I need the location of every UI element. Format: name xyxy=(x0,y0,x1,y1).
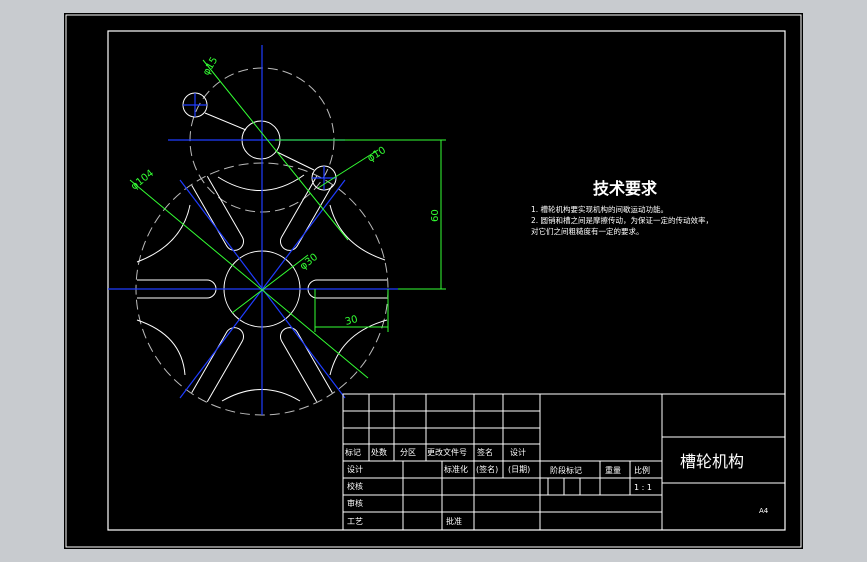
tech-req-line-2: 2. 圆销和槽之间是摩擦传动，为保证一定的传动效率， xyxy=(531,215,713,225)
tb-weight-label: 重量 xyxy=(605,465,621,475)
tb-stage-mark-label: 阶段标记 xyxy=(550,465,582,475)
tech-req-line-3: 对它们之间粗糙度有一定的要求。 xyxy=(531,226,644,236)
tb-design-label: 设计 xyxy=(347,464,363,474)
tb-header-2: 分区 xyxy=(400,448,416,457)
tb-signature-label: (签名) xyxy=(476,464,498,474)
drawing-canvas: φ15 φ10 φ104 φ30 60 30 技术要求 1. 槽轮机构要实现机构… xyxy=(64,13,803,549)
tb-header-3: 更改文件号 xyxy=(427,447,467,457)
tech-req-line-1: 1. 槽轮机构要实现机构的间歇运动功能。 xyxy=(531,204,668,214)
tech-req-title: 技术要求 xyxy=(593,179,658,198)
tb-approve-label: 批准 xyxy=(446,516,462,526)
tb-header-4: 签名 xyxy=(477,447,493,457)
tb-standardize-label: 标准化 xyxy=(444,464,468,474)
tb-date-label: (日期) xyxy=(508,465,530,474)
tb-check-label: 校核 xyxy=(347,481,363,491)
tb-drawing-name: 槽轮机构 xyxy=(680,452,744,471)
tb-header-5: 设计 xyxy=(510,447,526,457)
tb-review-label: 审核 xyxy=(347,498,363,508)
tb-header-0: 标记 xyxy=(345,447,361,457)
tb-process-label: 工艺 xyxy=(347,517,363,526)
tb-sheet-size: A4 xyxy=(759,507,769,515)
tb-scale-value: 1 : 1 xyxy=(634,483,652,492)
tb-scale-label: 比例 xyxy=(634,465,650,475)
tb-header-1: 处数 xyxy=(371,447,387,457)
dim-60-text: 60 xyxy=(430,209,441,222)
